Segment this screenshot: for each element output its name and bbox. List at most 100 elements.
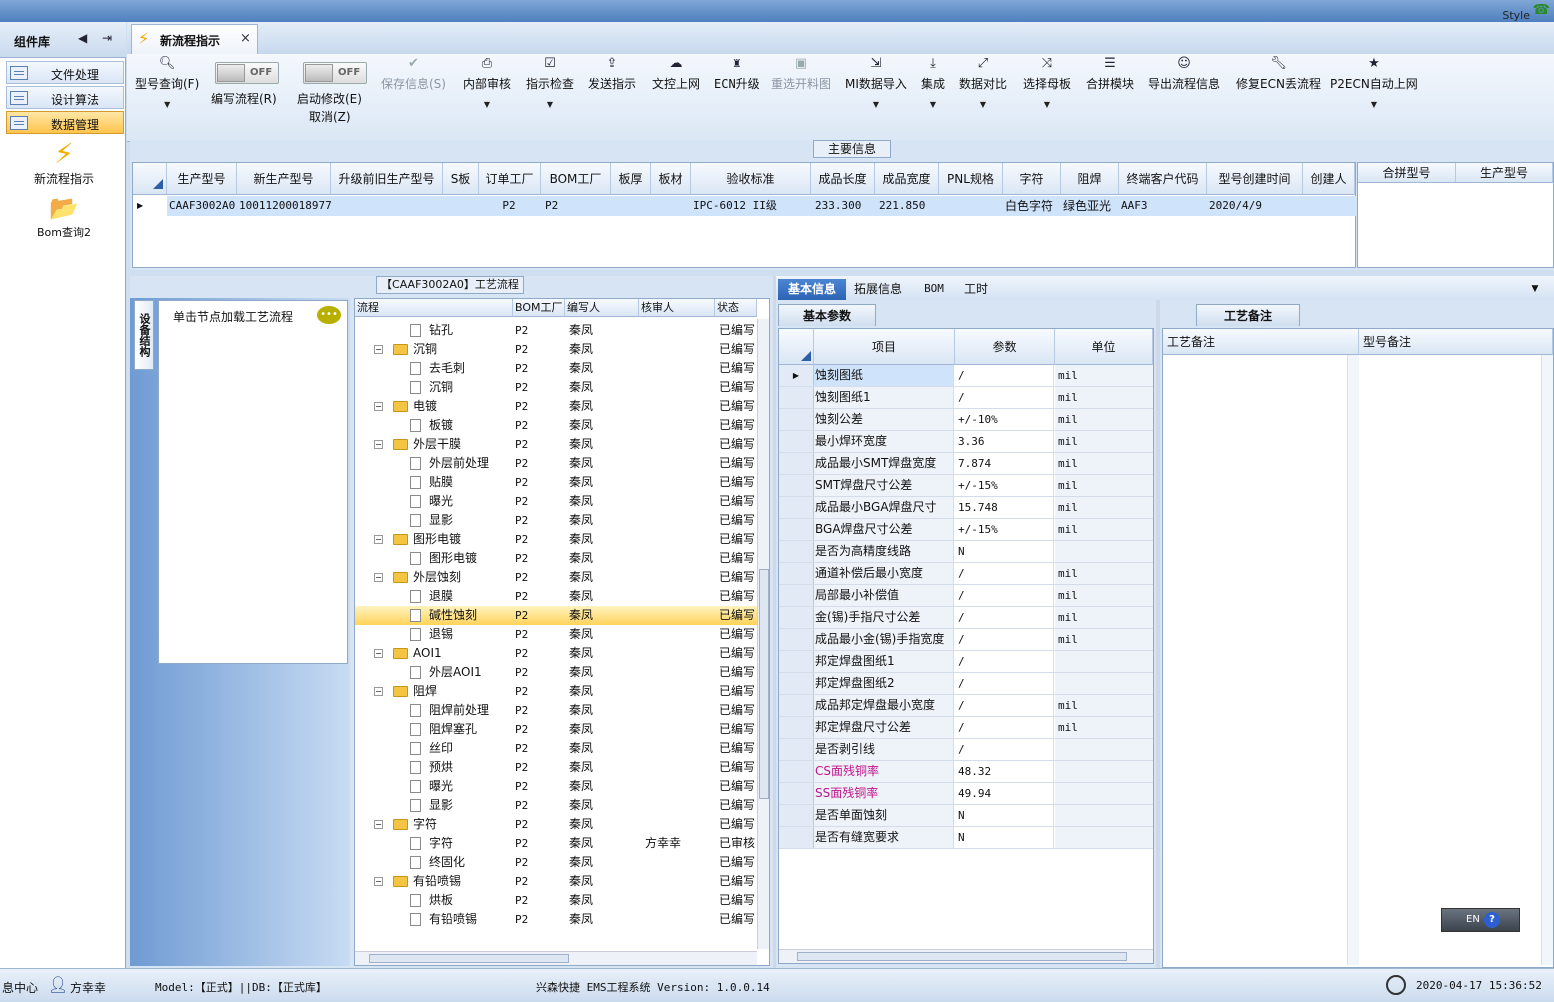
- collapse-icon[interactable]: −: [374, 345, 383, 354]
- scrollbar-thumb[interactable]: [369, 954, 569, 963]
- param-row[interactable]: 是否有缝宽要求 N: [779, 827, 1153, 849]
- param-value[interactable]: 7.874: [955, 453, 1054, 474]
- tree-row[interactable]: − 外层干膜 P2 秦凤 已编写: [355, 435, 757, 454]
- param-value[interactable]: /: [955, 651, 1054, 672]
- param-value[interactable]: /: [955, 739, 1054, 760]
- help-icon[interactable]: ?: [1484, 912, 1500, 928]
- param-value[interactable]: +/-15%: [955, 475, 1054, 496]
- param-row[interactable]: 成品最小BGA焊盘尺寸 15.748 mil: [779, 497, 1153, 519]
- param-value[interactable]: 48.32: [955, 761, 1054, 782]
- tree-row[interactable]: − 沉铜 P2 秦凤 已编写: [355, 340, 757, 359]
- column-header[interactable]: 成品宽度: [875, 163, 939, 195]
- column-header[interactable]: 工艺备注: [1163, 329, 1359, 355]
- column-header[interactable]: 型号备注: [1359, 329, 1553, 355]
- param-row[interactable]: 是否为高精度线路 N: [779, 541, 1153, 563]
- tree-row[interactable]: − 阻焊 P2 秦凤 已编写: [355, 682, 757, 701]
- tree-row[interactable]: 沉铜 P2 秦凤 已编写: [355, 378, 757, 397]
- tree-row[interactable]: 有铅喷锡 P2 秦凤 已编写: [355, 910, 757, 929]
- param-row[interactable]: SMT焊盘尺寸公差 +/-15% mil: [779, 475, 1153, 497]
- tree-row[interactable]: 碱性蚀刻 P2 秦凤 已编写: [355, 606, 757, 625]
- scrollbar-thumb[interactable]: [759, 569, 769, 799]
- ctrl-upload-button[interactable]: ☁ 文控上网: [652, 56, 700, 92]
- tree-row[interactable]: 曝光 P2 秦凤 已编写: [355, 492, 757, 511]
- param-value[interactable]: /: [955, 585, 1054, 606]
- tree-row[interactable]: − 图形电镀 P2 秦凤 已编写: [355, 530, 757, 549]
- column-header[interactable]: 单位: [1055, 329, 1153, 365]
- ime-toolbar[interactable]: EN ?: [1441, 908, 1520, 932]
- vertical-scrollbar[interactable]: [757, 319, 769, 949]
- start-modify-toggle[interactable]: OFF: [303, 62, 367, 84]
- column-header[interactable]: 核审人: [639, 299, 715, 317]
- model-query-button[interactable]: 🔍︎ 型号查询(F) ▼: [135, 56, 199, 109]
- reselect-cutting-button[interactable]: ▣ 重选开料图: [771, 56, 831, 92]
- tab-basic-info[interactable]: 基本信息: [778, 279, 846, 300]
- tree-row[interactable]: 钻孔 P2 秦凤 已编写: [355, 321, 757, 340]
- param-value[interactable]: /: [955, 673, 1054, 694]
- data-compare-button[interactable]: ⤢ 数据对比 ▼: [959, 56, 1007, 109]
- column-header[interactable]: 参数: [955, 329, 1055, 365]
- param-row[interactable]: 邦定焊盘尺寸公差 / mil: [779, 717, 1153, 739]
- param-row[interactable]: 最小焊环宽度 3.36 mil: [779, 431, 1153, 453]
- tab-extended-info[interactable]: 拓展信息: [848, 279, 908, 300]
- chevron-down-icon[interactable]: ▼: [1520, 279, 1550, 300]
- param-value[interactable]: +/-10%: [955, 409, 1054, 430]
- collapse-icon[interactable]: −: [374, 535, 383, 544]
- tree-row[interactable]: 外层AOI1 P2 秦凤 已编写: [355, 663, 757, 682]
- param-value[interactable]: +/-15%: [955, 519, 1054, 540]
- column-header[interactable]: 合拼型号: [1358, 163, 1456, 183]
- tree-row[interactable]: 显影 P2 秦凤 已编写: [355, 511, 757, 530]
- sidebar-tab-file-processing[interactable]: 文件处理: [6, 61, 124, 84]
- column-header[interactable]: 新生产型号: [237, 163, 331, 195]
- column-header[interactable]: 终端客户代码: [1119, 163, 1207, 195]
- param-row[interactable]: SS面残铜率 49.94: [779, 783, 1153, 805]
- column-header[interactable]: 成品长度: [811, 163, 875, 195]
- internal-review-button[interactable]: ⎙ 内部审核 ▼: [463, 56, 511, 109]
- tree-row[interactable]: 烘板 P2 秦凤 已编写: [355, 891, 757, 910]
- param-row[interactable]: 通道补偿后最小宽度 / mil: [779, 563, 1153, 585]
- column-header[interactable]: 创建人: [1303, 163, 1355, 195]
- column-header[interactable]: 项目: [814, 329, 955, 365]
- column-header[interactable]: 字符: [1003, 163, 1061, 195]
- column-header[interactable]: BOM工厂: [541, 163, 611, 195]
- column-header[interactable]: 编写人: [565, 299, 639, 317]
- param-row[interactable]: 邦定焊盘图纸1/: [779, 651, 1153, 673]
- ecn-upgrade-button[interactable]: ♜ ECN升级: [714, 56, 760, 92]
- tree-row[interactable]: 退锡 P2 秦凤 已编写: [355, 625, 757, 644]
- sidebar-tab-design-algorithm[interactable]: 设计算法: [6, 86, 124, 109]
- param-row[interactable]: 成品最小金(锡)手指宽度 / mil: [779, 629, 1153, 651]
- param-value[interactable]: /: [955, 365, 1054, 386]
- param-value[interactable]: /: [955, 607, 1054, 628]
- vertical-scrollbar[interactable]: [1541, 355, 1553, 965]
- column-header[interactable]: PNL规格: [939, 163, 1003, 195]
- tree-row[interactable]: 字符 P2 秦凤 方幸幸 已审核: [355, 834, 757, 853]
- tree-row[interactable]: 退膜 P2 秦凤 已编写: [355, 587, 757, 606]
- tree-row[interactable]: 终固化 P2 秦凤 已编写: [355, 853, 757, 872]
- cancel-button[interactable]: 取消(Z): [309, 108, 351, 125]
- param-value[interactable]: 15.748: [955, 497, 1054, 518]
- param-row[interactable]: 是否单面蚀刻 N: [779, 805, 1153, 827]
- column-header[interactable]: 型号创建时间: [1207, 163, 1303, 195]
- column-header[interactable]: BOM工厂: [513, 299, 565, 317]
- close-icon[interactable]: ×: [240, 31, 251, 46]
- style-menu[interactable]: Style: [1502, 9, 1530, 22]
- param-value[interactable]: /: [955, 563, 1054, 584]
- param-row[interactable]: 邦定焊盘图纸2/: [779, 673, 1153, 695]
- merge-module-button[interactable]: ☰ 合拼模块: [1086, 56, 1134, 92]
- param-value[interactable]: /: [955, 695, 1054, 716]
- tree-row[interactable]: − 外层蚀刻 P2 秦凤 已编写: [355, 568, 757, 587]
- export-flow-button[interactable]: ☺ 导出流程信息: [1148, 56, 1220, 92]
- sidebar-item-new-flow[interactable]: ⚡ 新流程指示: [10, 138, 118, 187]
- tree-row[interactable]: 去毛刺 P2 秦凤 已编写: [355, 359, 757, 378]
- tree-row[interactable]: 贴膜 P2 秦凤 已编写: [355, 473, 757, 492]
- tab-device-structure[interactable]: 设备结构: [134, 300, 154, 370]
- tree-row[interactable]: 预烘 P2 秦凤 已编写: [355, 758, 757, 777]
- p2ecn-upload-button[interactable]: ★ P2ECN自动上网 ▼: [1330, 56, 1418, 109]
- param-row[interactable]: CS面残铜率 48.32: [779, 761, 1153, 783]
- collapse-left-icon[interactable]: ◀: [78, 31, 87, 45]
- horizontal-scrollbar[interactable]: [779, 949, 1153, 963]
- column-header[interactable]: 升级前旧生产型号: [331, 163, 443, 195]
- param-value[interactable]: /: [955, 717, 1054, 738]
- column-header[interactable]: 板材: [651, 163, 691, 195]
- param-value[interactable]: N: [955, 805, 1054, 826]
- integrate-button[interactable]: ⤓ 集成 ▼: [921, 56, 945, 109]
